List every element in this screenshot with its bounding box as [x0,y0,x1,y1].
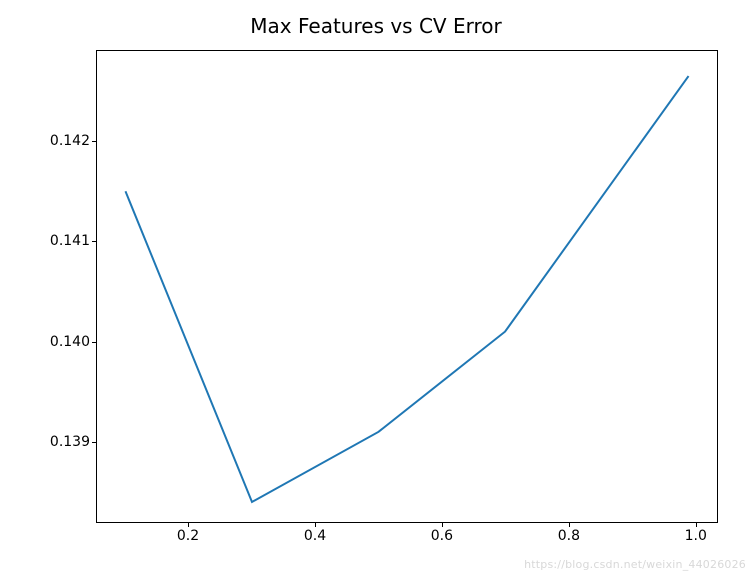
y-tick-mark [92,141,96,142]
chart-title: Max Features vs CV Error [0,14,752,38]
x-tick-label: 0.8 [558,528,580,544]
y-tick-mark [92,442,96,443]
x-tick-mark [315,523,316,527]
x-tick-mark [442,523,443,527]
chart-container: Max Features vs CV Error 0.139 0.140 0.141… [0,0,752,573]
y-tick-mark [92,342,96,343]
y-tick-label: 0.140 [50,334,90,350]
x-tick-label: 0.6 [431,528,453,544]
y-tick-mark [92,241,96,242]
plot-area [96,50,718,523]
x-tick-label: 0.2 [177,528,199,544]
x-tick-label: 0.4 [304,528,326,544]
line-plot [97,51,717,522]
watermark-text: https://blog.csdn.net/weixin_44026026 [524,558,746,571]
x-tick-mark [696,523,697,527]
x-tick-mark [188,523,189,527]
y-tick-label: 0.142 [50,133,90,149]
data-series-line [125,76,688,502]
y-tick-label: 0.141 [50,233,90,249]
y-tick-label: 0.139 [50,434,90,450]
x-tick-mark [569,523,570,527]
x-tick-label: 1.0 [685,528,707,544]
